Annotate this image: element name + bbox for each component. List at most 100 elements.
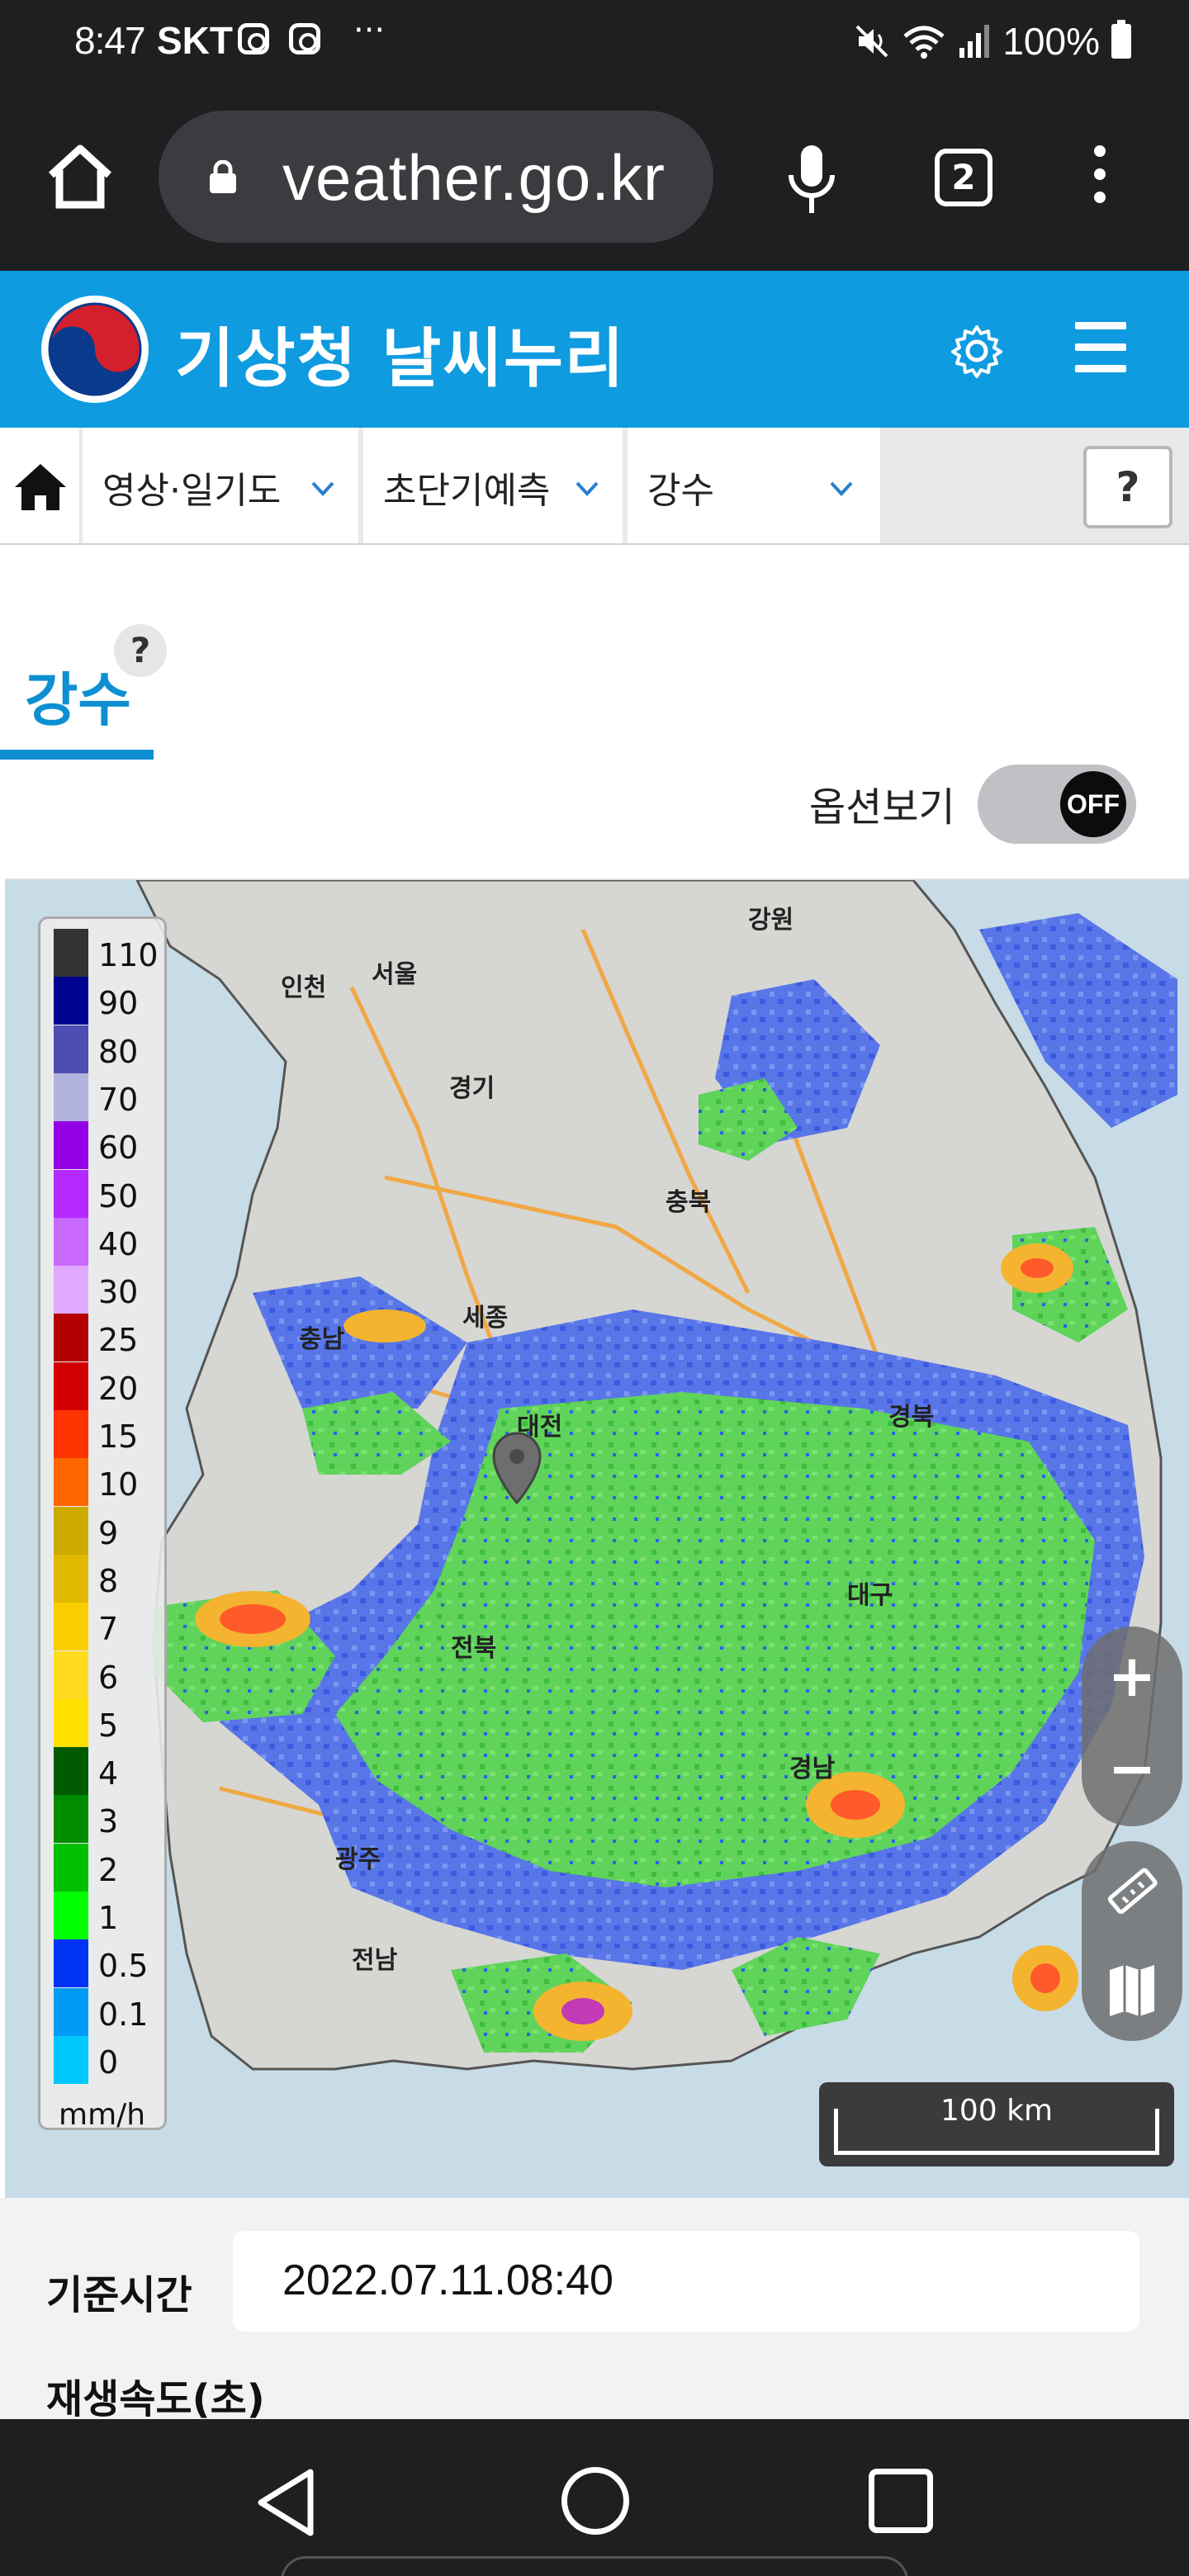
legend-label: 7: [98, 1611, 119, 1648]
map-label-gwangju: 광주: [335, 1845, 381, 1874]
help-button[interactable]: ?: [1083, 446, 1172, 528]
map-label-jeonnam: 전남: [352, 1946, 398, 1975]
nav-dropdown-nowcast[interactable]: 초단기예측: [363, 428, 623, 543]
legend-label: 70: [98, 1081, 139, 1118]
legend-row: 0.5: [54, 1939, 169, 1988]
legend-row: 9: [54, 1506, 169, 1555]
chevron-down-icon: [311, 481, 334, 496]
legend-row: 10: [54, 1458, 169, 1507]
browser-toolbar: veather.go.kr 2: [0, 83, 1189, 271]
more-menu-icon[interactable]: [1092, 145, 1108, 211]
site-title[interactable]: 기상청 날씨누리: [175, 307, 625, 400]
legend-label: 1: [98, 1900, 119, 1936]
zoom-control: + −: [1082, 1627, 1182, 1826]
tabs-button[interactable]: 2: [935, 149, 992, 206]
mic-icon[interactable]: [783, 142, 841, 216]
legend-swatch: [54, 1121, 88, 1170]
legend-swatch: [54, 1843, 88, 1892]
option-label: 옵션보기: [809, 784, 955, 831]
legend-swatch: [54, 1458, 88, 1507]
legend-row: 5: [54, 1698, 169, 1747]
nav-label: 초단기예측: [383, 470, 551, 512]
legend-label: 5: [98, 1707, 119, 1744]
legend-row: 40: [54, 1217, 169, 1266]
legend-label: 20: [98, 1370, 139, 1407]
nav-dropdown-precip[interactable]: 강수: [628, 428, 880, 543]
site-header: 기상청 날씨누리: [0, 271, 1189, 428]
option-toggle[interactable]: OFF: [978, 765, 1136, 844]
legend-row: 60: [54, 1121, 169, 1170]
legend-swatch: [54, 1939, 88, 1988]
zoom-out-button[interactable]: −: [1082, 1724, 1182, 1824]
scale-bar: 100 km: [819, 2082, 1174, 2166]
legend-swatch: [54, 977, 88, 1025]
home-icon: [15, 464, 66, 510]
map-label-gyeonggi: 경기: [449, 1074, 495, 1103]
legend-label: 25: [98, 1322, 139, 1359]
map-layers-icon[interactable]: [1106, 1963, 1158, 2018]
status-time: 8:47: [74, 19, 146, 62]
home-icon[interactable]: [43, 139, 117, 213]
legend-label: 15: [98, 1418, 139, 1455]
time-field[interactable]: 2022.07.11.08:40: [233, 2231, 1139, 2332]
nav-home-button[interactable]: [0, 428, 79, 543]
section-title: 강수: [25, 666, 131, 734]
ruler-icon[interactable]: [1105, 1864, 1159, 1919]
legend-row: 2: [54, 1843, 169, 1892]
home-nav-icon[interactable]: [561, 2467, 629, 2535]
legend-swatch: [54, 1073, 88, 1121]
map-label-chungnam: 충남: [299, 1325, 345, 1354]
legend-row: 20: [54, 1361, 169, 1410]
legend-swatch: [54, 1698, 88, 1747]
legend-row: 7: [54, 1603, 169, 1651]
legend-label: 6: [98, 1659, 119, 1696]
legend-label: 30: [98, 1274, 139, 1311]
back-icon[interactable]: [253, 2465, 319, 2540]
section-underline: [0, 750, 154, 760]
legend-row: 3: [54, 1795, 169, 1844]
legend-label: 4: [98, 1755, 119, 1792]
nav-dropdown-imagery[interactable]: 영상·일기도: [83, 428, 358, 543]
legend-label: 0: [98, 2043, 119, 2081]
legend-row: 110: [54, 929, 169, 977]
legend-swatch: [54, 1314, 88, 1362]
legend-swatch: [54, 1169, 88, 1218]
legend-label: 3: [98, 1803, 119, 1840]
legend-swatch: [54, 1506, 88, 1555]
nav-label: 강수: [647, 470, 714, 512]
legend-swatch: [54, 1410, 88, 1458]
map-label-gyeongnam: 경남: [789, 1754, 836, 1783]
instagram-icon: [289, 23, 320, 54]
wifi-icon: [903, 26, 945, 59]
zoom-in-button[interactable]: +: [1082, 1631, 1182, 1731]
kma-logo[interactable]: [41, 296, 149, 403]
legend-label: 0.5: [98, 1948, 149, 1985]
map-label-gyeongbuk: 경북: [888, 1403, 934, 1432]
legend-row: 50: [54, 1169, 169, 1218]
address-bar[interactable]: veather.go.kr: [159, 111, 713, 243]
section-help-badge[interactable]: ?: [114, 624, 167, 677]
nav-row: 영상·일기도 초단기예측 강수 ?: [0, 428, 1189, 545]
instagram-icon: [238, 23, 269, 54]
legend-row: 30: [54, 1266, 169, 1314]
precip-legend: 110 90 80 70 60 50 40 30 25 20 15 10 9 8 7 6 5 4 3 2 1 0.5 0.1…: [38, 916, 169, 2132]
legend-row: 25: [54, 1314, 169, 1362]
legend-label: 50: [98, 1177, 139, 1215]
option-toggle-knob: OFF: [1060, 771, 1126, 837]
status-carrier: SKT: [157, 19, 233, 62]
map-label-chungbuk: 충북: [666, 1188, 711, 1217]
chevron-down-icon: [830, 481, 853, 496]
menu-icon[interactable]: [1075, 322, 1126, 373]
legend-row: 70: [54, 1073, 169, 1121]
legend-row: 80: [54, 1025, 169, 1073]
gear-icon[interactable]: [950, 324, 1004, 378]
recents-icon[interactable]: [869, 2469, 933, 2533]
map-canvas[interactable]: 인천 서울 경기 강원 충북 충남 세종 대전 경북 대구 전북 경남 광주 전…: [5, 880, 1189, 2198]
battery-icon: [1111, 20, 1131, 59]
legend-row: 0: [54, 2035, 169, 2084]
legend-swatch: [54, 1795, 88, 1844]
legend-label: 0.1: [98, 1996, 149, 2033]
status-bar: 8:47 SKT ··· 100%: [0, 0, 1189, 83]
radar-map[interactable]: 인천 서울 경기 강원 충북 충남 세종 대전 경북 대구 전북 경남 광주 전…: [5, 878, 1189, 2198]
lock-icon: [210, 160, 236, 193]
